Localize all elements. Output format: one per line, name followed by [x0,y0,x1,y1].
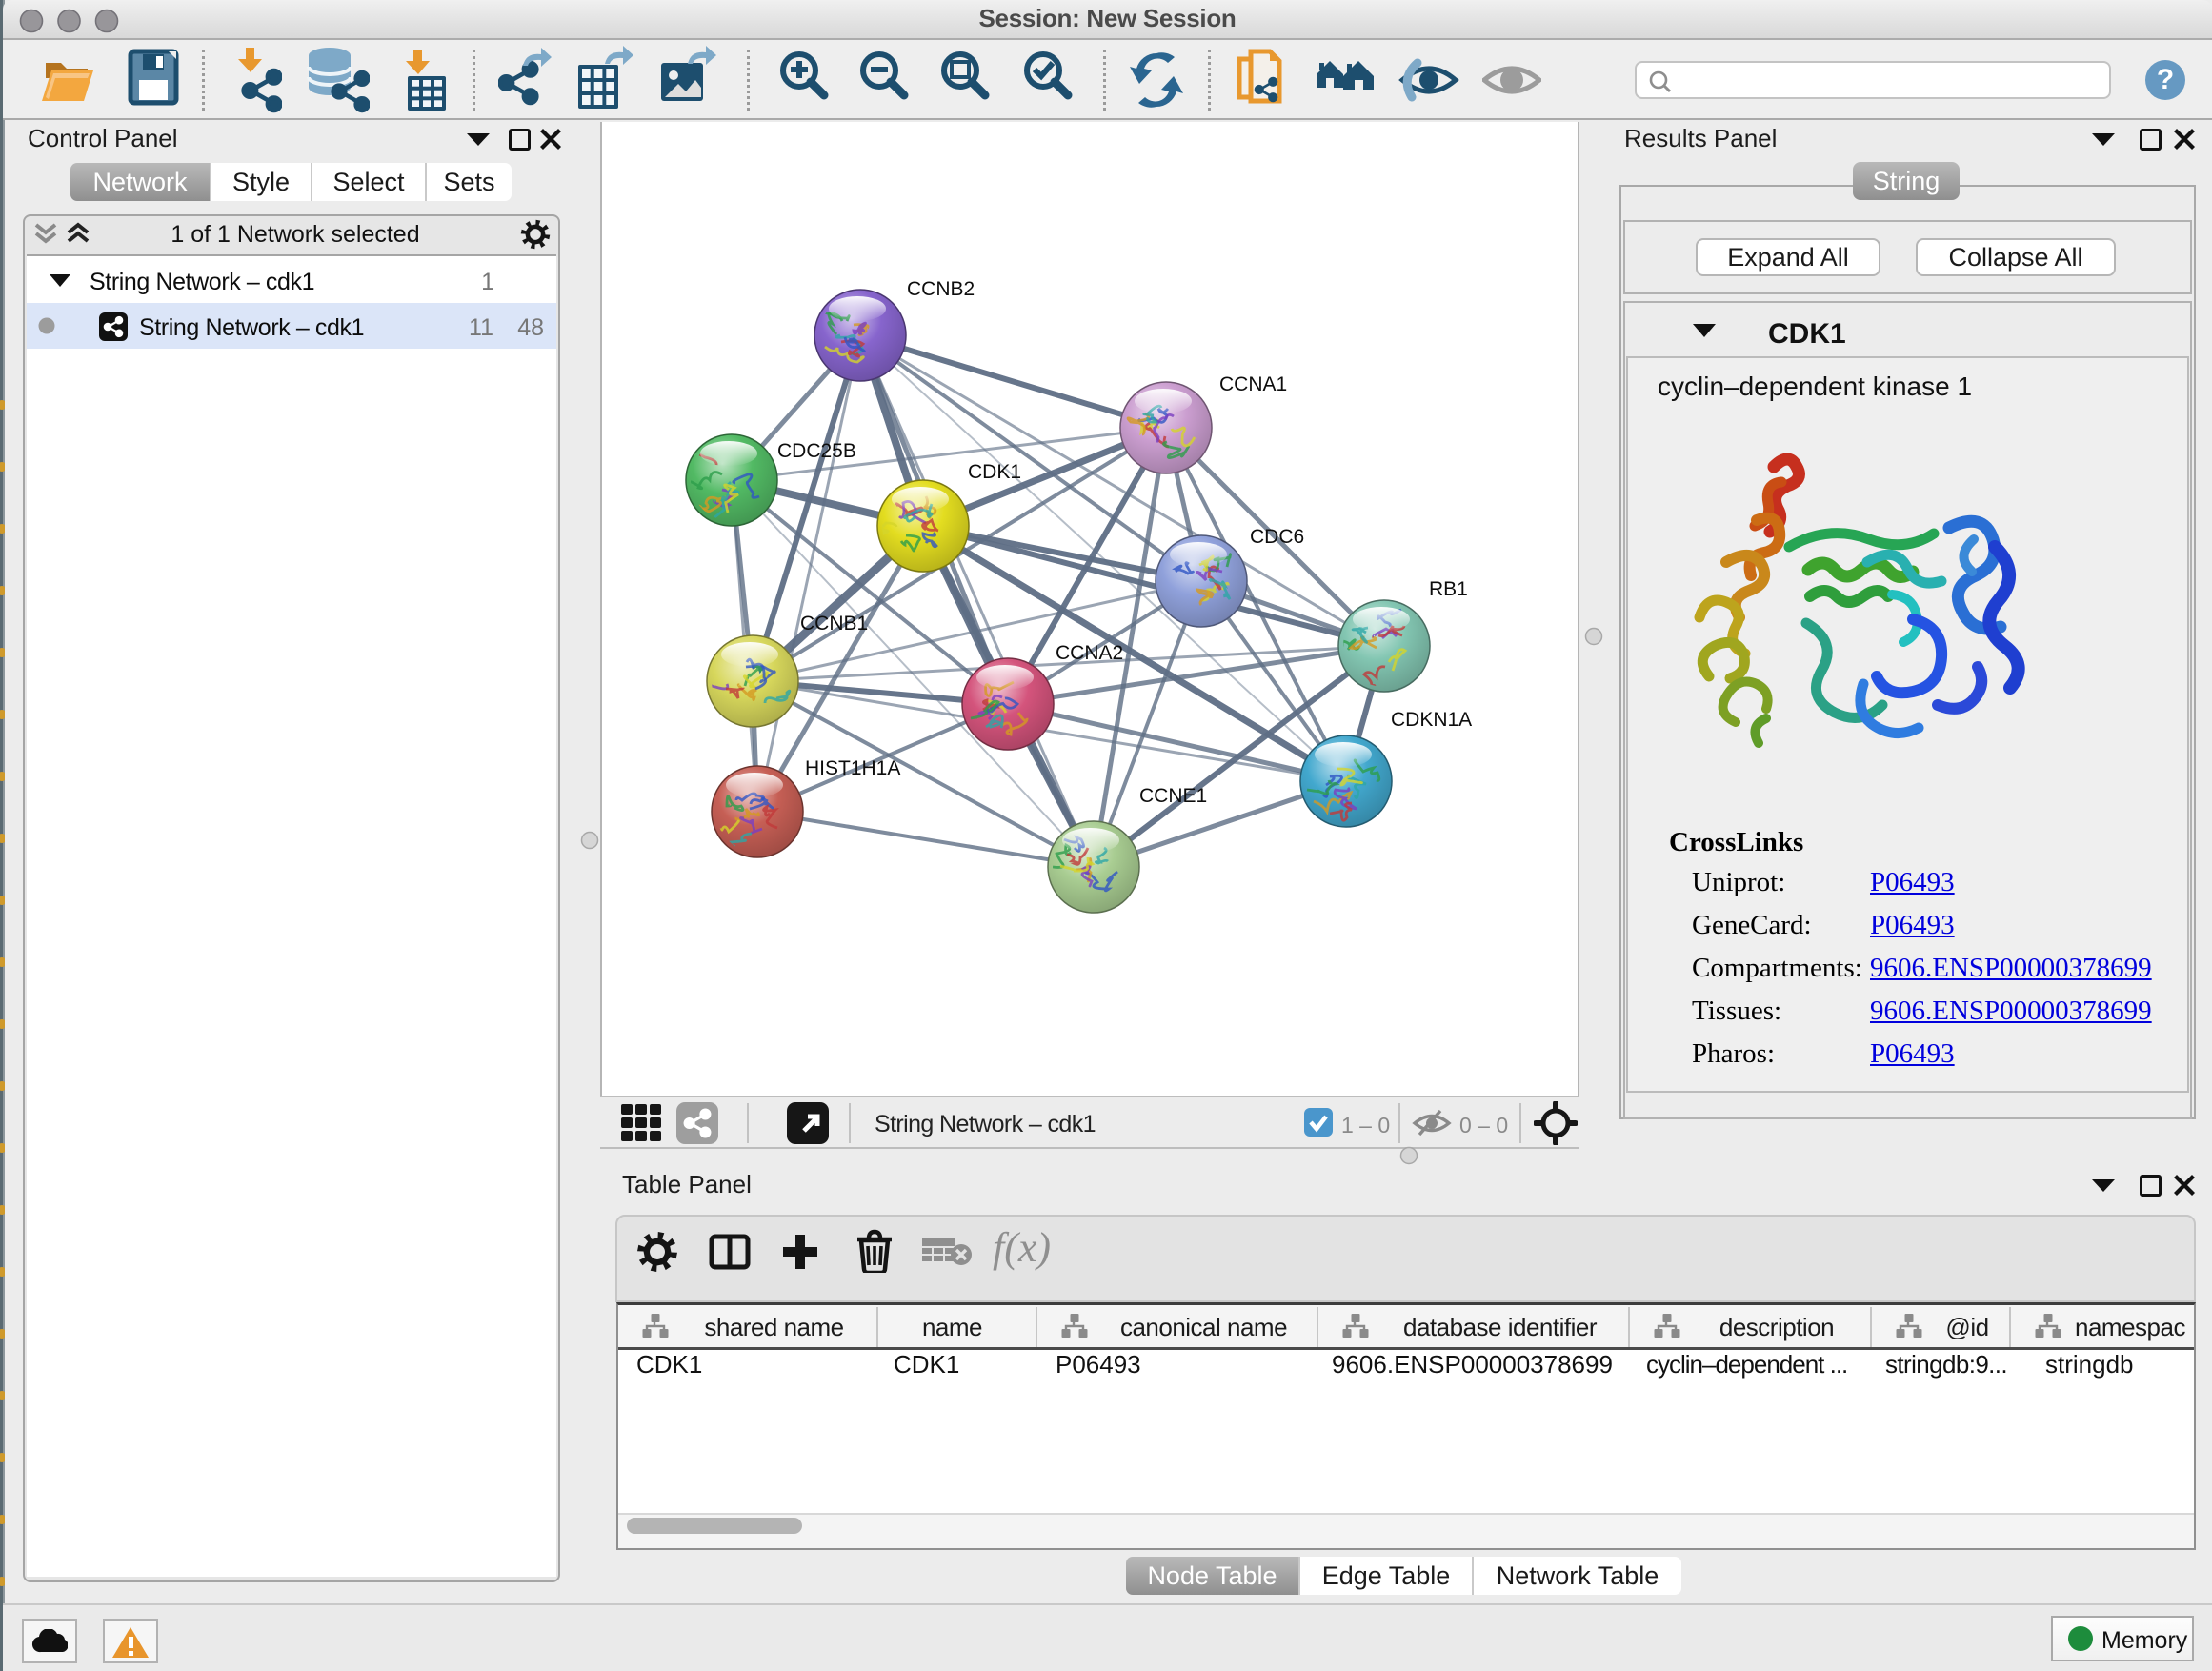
svg-text:CCNB2: CCNB2 [907,278,975,300]
svg-text:CCNA1: CCNA1 [1219,373,1287,395]
svg-text:CDC6: CDC6 [1250,526,1304,548]
svg-text:CDC25B: CDC25B [777,440,856,462]
svg-text:CCNE1: CCNE1 [1139,785,1207,807]
svg-text:CDKN1A: CDKN1A [1391,709,1472,731]
svg-text:RB1: RB1 [1429,578,1468,600]
svg-text:CCNA2: CCNA2 [1056,642,1123,664]
svg-text:CCNB1: CCNB1 [800,613,868,634]
svg-text:HIST1H1A: HIST1H1A [805,757,900,779]
svg-text:CDK1: CDK1 [968,461,1021,483]
